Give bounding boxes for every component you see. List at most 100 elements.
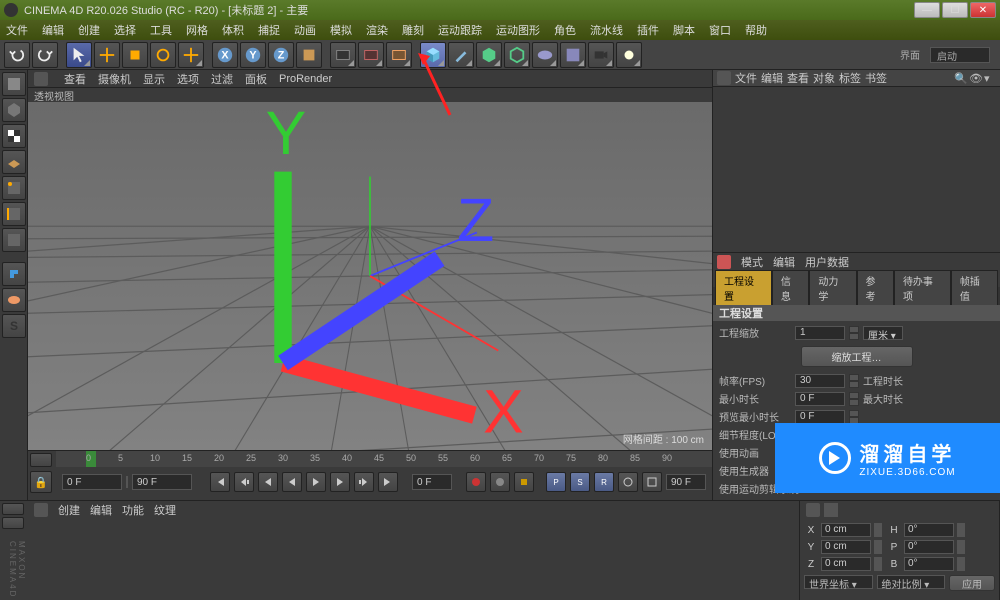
prev-frame-button[interactable] [258, 472, 278, 492]
objmenu-file[interactable]: 文件 [735, 70, 757, 86]
snap-toggle[interactable] [2, 262, 26, 286]
coord-apply-button[interactable]: 应用 [949, 575, 995, 591]
timeline-start-field[interactable]: 0 F [62, 474, 122, 490]
fps-value[interactable]: 30 [795, 374, 845, 388]
coord-p-value[interactable]: 0° [904, 540, 954, 554]
symmetry-button[interactable]: S [2, 314, 26, 338]
goto-end-button[interactable] [378, 472, 398, 492]
render-region-button[interactable] [358, 42, 384, 68]
menu-pipeline[interactable]: 流水线 [590, 22, 623, 38]
generator-button[interactable] [476, 42, 502, 68]
tab-dynamics[interactable]: 动力学 [809, 270, 856, 305]
select-tool[interactable] [66, 42, 92, 68]
objmenu-view[interactable]: 查看 [787, 70, 809, 86]
key-pla-button[interactable] [642, 472, 662, 492]
light-button[interactable] [616, 42, 642, 68]
menu-mograph[interactable]: 运动图形 [496, 22, 540, 38]
object-mode-button[interactable] [2, 98, 26, 122]
environment-button[interactable] [532, 42, 558, 68]
move-tool[interactable] [94, 42, 120, 68]
coord-p-spinner[interactable] [957, 540, 965, 554]
camera-button[interactable] [588, 42, 614, 68]
coord-b-value[interactable]: 0° [904, 557, 954, 571]
menu-animate[interactable]: 动画 [294, 22, 316, 38]
attmenu-edit[interactable]: 编辑 [773, 254, 795, 270]
matmenu-texture[interactable]: 纹理 [154, 502, 176, 518]
goto-start-button[interactable] [210, 472, 230, 492]
panel-grip-icon[interactable] [717, 71, 731, 85]
scale-tool[interactable] [122, 42, 148, 68]
menu-plugins[interactable]: 插件 [637, 22, 659, 38]
layout-select[interactable]: 启动 [930, 47, 990, 63]
coord-z-value[interactable]: 0 cm [821, 557, 871, 571]
attmenu-mode[interactable]: 模式 [741, 254, 763, 270]
menu-file[interactable]: 文件 [6, 22, 28, 38]
axis-y-button[interactable]: Y [240, 42, 266, 68]
coord-y-spinner[interactable] [874, 540, 882, 554]
viewmenu-camera[interactable]: 摄像机 [98, 71, 131, 87]
soft-select-button[interactable] [2, 288, 26, 312]
previewmin-value[interactable]: 0 F [795, 410, 845, 424]
rotate-tool[interactable] [150, 42, 176, 68]
tab-project-settings[interactable]: 工程设置 [715, 270, 772, 305]
mintime-value[interactable]: 0 F [795, 392, 845, 406]
viewport-3d[interactable]: Y X Z 网格间距 : 100 cm [28, 102, 712, 450]
coord-x-value[interactable]: 0 cm [821, 523, 871, 537]
coord-h-value[interactable]: 0° [904, 523, 954, 537]
coord-x-spinner[interactable] [874, 523, 882, 537]
viewmenu-options[interactable]: 选项 [177, 71, 199, 87]
point-mode-button[interactable] [2, 176, 26, 200]
coord-space-select[interactable]: 世界坐标 ▾ [804, 575, 873, 589]
deformer-button[interactable] [504, 42, 530, 68]
key-param-button[interactable] [618, 472, 638, 492]
menu-tracker[interactable]: 运动跟踪 [438, 22, 482, 38]
timeline-tool-a[interactable] [30, 453, 52, 467]
tab-info[interactable]: 信息 [772, 270, 809, 305]
menu-tools[interactable]: 工具 [150, 22, 172, 38]
objmenu-objects[interactable]: 对象 [813, 70, 835, 86]
texture-mode-button[interactable] [2, 124, 26, 148]
menu-edit[interactable]: 编辑 [42, 22, 64, 38]
record-button[interactable] [466, 472, 486, 492]
maximize-button[interactable]: ☐ [942, 2, 968, 18]
attmenu-userdata[interactable]: 用户数据 [805, 254, 849, 270]
viewmenu-filter[interactable]: 过滤 [211, 71, 233, 87]
coord-grip2-icon[interactable] [824, 503, 838, 517]
autokey-button[interactable] [490, 472, 510, 492]
menu-render[interactable]: 渲染 [366, 22, 388, 38]
fields-button[interactable] [560, 42, 586, 68]
edge-mode-button[interactable] [2, 202, 26, 226]
menu-window[interactable]: 窗口 [709, 22, 731, 38]
tab-interpolation[interactable]: 帧插值 [951, 270, 998, 305]
lastused-tool[interactable] [178, 42, 204, 68]
previewmin-spinner[interactable] [849, 410, 859, 424]
menu-character[interactable]: 角色 [554, 22, 576, 38]
timeline-lock-button[interactable]: 🔒 [30, 471, 52, 493]
scale-project-button[interactable]: 缩放工程… [801, 346, 913, 367]
objmenu-edit[interactable]: 编辑 [761, 70, 783, 86]
mat-grip-icon[interactable] [34, 503, 48, 517]
coord-h-spinner[interactable] [957, 523, 965, 537]
model-mode-button[interactable] [2, 72, 26, 96]
matmenu-create[interactable]: 创建 [58, 502, 80, 518]
mat-tool-a[interactable] [2, 503, 24, 515]
spline-pen-button[interactable] [448, 42, 474, 68]
mat-tool-b[interactable] [2, 517, 24, 529]
play-button[interactable] [306, 472, 326, 492]
attr-grip-icon[interactable] [717, 255, 731, 269]
key-pos-button[interactable]: P [546, 472, 566, 492]
coord-scale-select[interactable]: 绝对比例 ▾ [877, 575, 946, 589]
timeline-end-field[interactable]: 90 F [132, 474, 192, 490]
matmenu-edit[interactable]: 编辑 [90, 502, 112, 518]
workplane-button[interactable] [2, 150, 26, 174]
coord-z-spinner[interactable] [874, 557, 882, 571]
menu-script[interactable]: 脚本 [673, 22, 695, 38]
mintime-spinner[interactable] [849, 392, 859, 406]
prev-key-button[interactable] [234, 472, 254, 492]
eye-icon[interactable]: 👁 [969, 72, 981, 84]
object-tree[interactable] [713, 87, 1000, 253]
scale-spinner[interactable] [849, 326, 859, 340]
objmenu-tags[interactable]: 标签 [839, 70, 861, 86]
redo-button[interactable] [32, 42, 58, 68]
keysel-button[interactable] [514, 472, 534, 492]
